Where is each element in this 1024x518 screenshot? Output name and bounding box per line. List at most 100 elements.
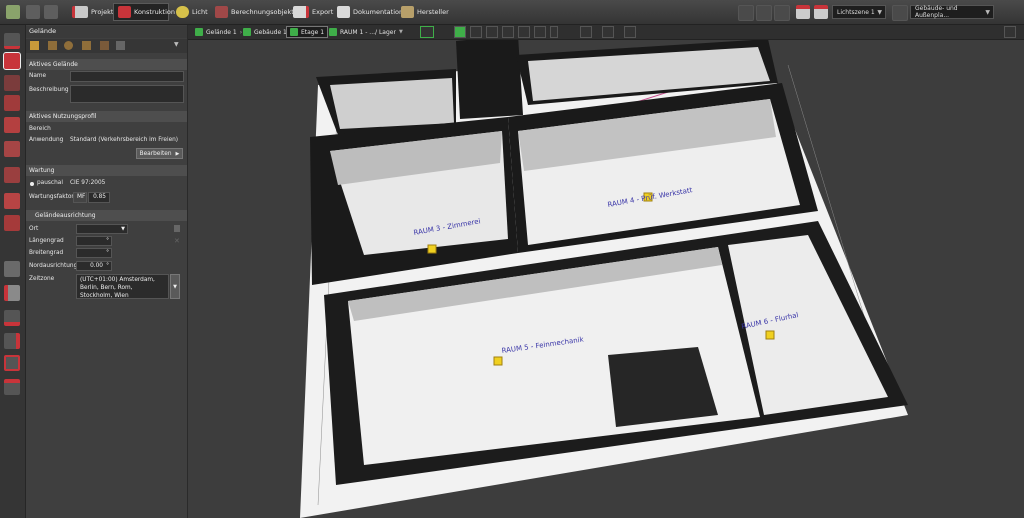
latitude-field[interactable]: ° xyxy=(76,248,112,258)
chevron-right-icon: ▶ xyxy=(175,150,180,157)
edit-button[interactable]: Bearbeiten ▶ xyxy=(136,148,183,159)
light-scene-select[interactable]: Lichtszene 1 ▼ xyxy=(832,5,886,19)
view-icon-3[interactable] xyxy=(774,5,790,21)
room-5-obstacle xyxy=(608,347,718,427)
roof-icon[interactable] xyxy=(100,41,109,50)
floor-tool-icon[interactable] xyxy=(4,193,20,209)
view-icon-2[interactable] xyxy=(756,5,772,21)
3d-viewport[interactable]: RAUM 3 - Zimmerei RAUM 4 - Prüf. Werksta… xyxy=(188,25,1024,518)
view-icon-1[interactable] xyxy=(738,5,754,21)
site-icon[interactable] xyxy=(30,41,39,50)
tab-hersteller[interactable]: Hersteller xyxy=(397,3,449,21)
furniture-tool-icon[interactable] xyxy=(4,261,20,277)
room-tool-icon[interactable] xyxy=(4,95,20,111)
tab-licht[interactable]: Licht xyxy=(172,3,208,21)
save-icon[interactable] xyxy=(6,5,20,19)
mf-label: MF xyxy=(73,192,87,203)
location-label: Ort xyxy=(29,226,39,232)
chevron-down-icon[interactable]: ▼ xyxy=(174,41,179,48)
application-value: Standard (Verkehrsbereich im Freien) xyxy=(70,137,179,143)
project-icon xyxy=(72,6,88,18)
screen-icon[interactable] xyxy=(1004,26,1016,38)
view-mode-select[interactable]: Gebäude- und Außenpla... ▼ xyxy=(910,5,994,19)
chevron-down-icon: ▼ xyxy=(173,283,177,290)
flat-rate-value: CIE 97:2005 xyxy=(70,180,106,186)
main-menu-bar: Projekt Konstruktion Licht Berechnungsob… xyxy=(0,0,1024,25)
name-label: Name xyxy=(29,73,47,79)
view-iso-icon[interactable] xyxy=(518,26,530,38)
manufacturer-icon xyxy=(401,6,414,18)
north-orientation-field[interactable]: 0.00 ° xyxy=(76,261,112,271)
light-switch-icon[interactable] xyxy=(796,5,810,19)
view-3d-icon[interactable] xyxy=(454,26,466,38)
view-plan-icon[interactable] xyxy=(420,26,434,38)
view-toolbar: Gelände 1 › Gebäude 1 › Etage 1 RAUM 1 -… xyxy=(188,25,1024,40)
calculation-objects-icon xyxy=(215,6,228,18)
timezone-dropdown-button[interactable]: ▼ xyxy=(170,274,180,299)
tab-konstruktion[interactable]: Konstruktion xyxy=(113,3,175,21)
degree-icon: ° xyxy=(106,250,109,256)
breadcrumb-floor[interactable]: Etage 1 xyxy=(286,26,329,38)
redo-icon[interactable] xyxy=(44,5,58,19)
breadcrumb-room[interactable]: RAUM 1 - .../ Lager ▼ xyxy=(326,26,406,38)
breadcrumb-site[interactable]: Gelände 1 › xyxy=(192,26,245,38)
view-top-icon[interactable] xyxy=(502,26,514,38)
floor-plan-3d-view[interactable]: RAUM 3 - Zimmerei RAUM 4 - Prüf. Werksta… xyxy=(188,25,1024,518)
luminaire-icon[interactable] xyxy=(493,356,503,366)
maintenance-factor-label: Wartungsfaktor xyxy=(29,194,74,200)
wall-top-center xyxy=(456,35,523,119)
ceiling-tool-icon[interactable] xyxy=(4,167,20,183)
view-front-icon[interactable] xyxy=(470,26,482,38)
measure-tool-icon[interactable] xyxy=(4,310,20,326)
close-icon[interactable]: ✕ xyxy=(174,237,180,245)
flat-rate-label: pauschal xyxy=(37,180,63,186)
mf-field[interactable]: 0.85 xyxy=(88,192,110,203)
building-icon[interactable] xyxy=(48,41,57,50)
description-field[interactable] xyxy=(70,85,184,103)
rotate-icon[interactable] xyxy=(624,26,636,38)
object-tool-icon[interactable] xyxy=(4,285,20,301)
floor-icon xyxy=(290,28,298,36)
select-area-icon[interactable] xyxy=(4,355,20,371)
terrain-tool-icon[interactable] xyxy=(3,52,21,70)
trash-icon[interactable] xyxy=(174,225,180,232)
documentation-icon xyxy=(337,6,350,18)
cut-icon[interactable] xyxy=(116,41,125,50)
zoom-extents-icon[interactable] xyxy=(580,26,592,38)
view-side-icon[interactable] xyxy=(486,26,498,38)
light-icon xyxy=(176,6,189,18)
sun-icon[interactable] xyxy=(64,41,73,50)
terrain-icon[interactable] xyxy=(82,41,91,50)
window-tool-icon[interactable] xyxy=(4,141,20,157)
stair-tool-icon[interactable] xyxy=(4,215,20,231)
flat-rate-radio[interactable] xyxy=(30,182,34,186)
location-select[interactable]: ▼ xyxy=(76,224,128,234)
name-field[interactable] xyxy=(70,71,184,82)
undo-icon[interactable] xyxy=(26,5,40,19)
view-persp-icon[interactable] xyxy=(534,26,546,38)
view-more-icon[interactable] xyxy=(550,26,558,38)
tab-export[interactable]: Export xyxy=(289,3,333,21)
area-label: Bereich xyxy=(29,126,51,132)
wall-tool-icon[interactable] xyxy=(4,75,20,91)
timezone-select[interactable]: (UTC+01:00) Amsterdam, Berlin, Bern, Rom… xyxy=(76,274,169,299)
tab-berechnungsobjekte[interactable]: Berechnungsobjekte xyxy=(211,3,298,21)
grid-tool-icon[interactable] xyxy=(4,379,20,395)
building-icon xyxy=(243,28,251,36)
luminaire-icon[interactable] xyxy=(427,244,437,254)
luminaire-icon[interactable] xyxy=(765,330,775,340)
longitude-field[interactable]: ° xyxy=(76,236,112,246)
light-switch-2-icon[interactable] xyxy=(814,5,828,19)
tab-projekt[interactable]: Projekt xyxy=(68,3,113,21)
longitude-label: Längengrad xyxy=(29,238,64,244)
degree-icon: ° xyxy=(106,263,109,269)
chevron-down-icon: ▼ xyxy=(985,9,990,16)
pan-icon[interactable] xyxy=(602,26,614,38)
site-tool-icon[interactable] xyxy=(4,33,20,49)
align-tool-icon[interactable] xyxy=(4,333,20,349)
room-top-left-floor xyxy=(330,78,454,129)
scene-settings-icon[interactable] xyxy=(892,5,908,21)
door-tool-icon[interactable] xyxy=(4,117,20,133)
tab-dokumentation[interactable]: Dokumentation xyxy=(333,3,403,21)
orientation-header: Geländeausrichtung xyxy=(26,210,187,221)
